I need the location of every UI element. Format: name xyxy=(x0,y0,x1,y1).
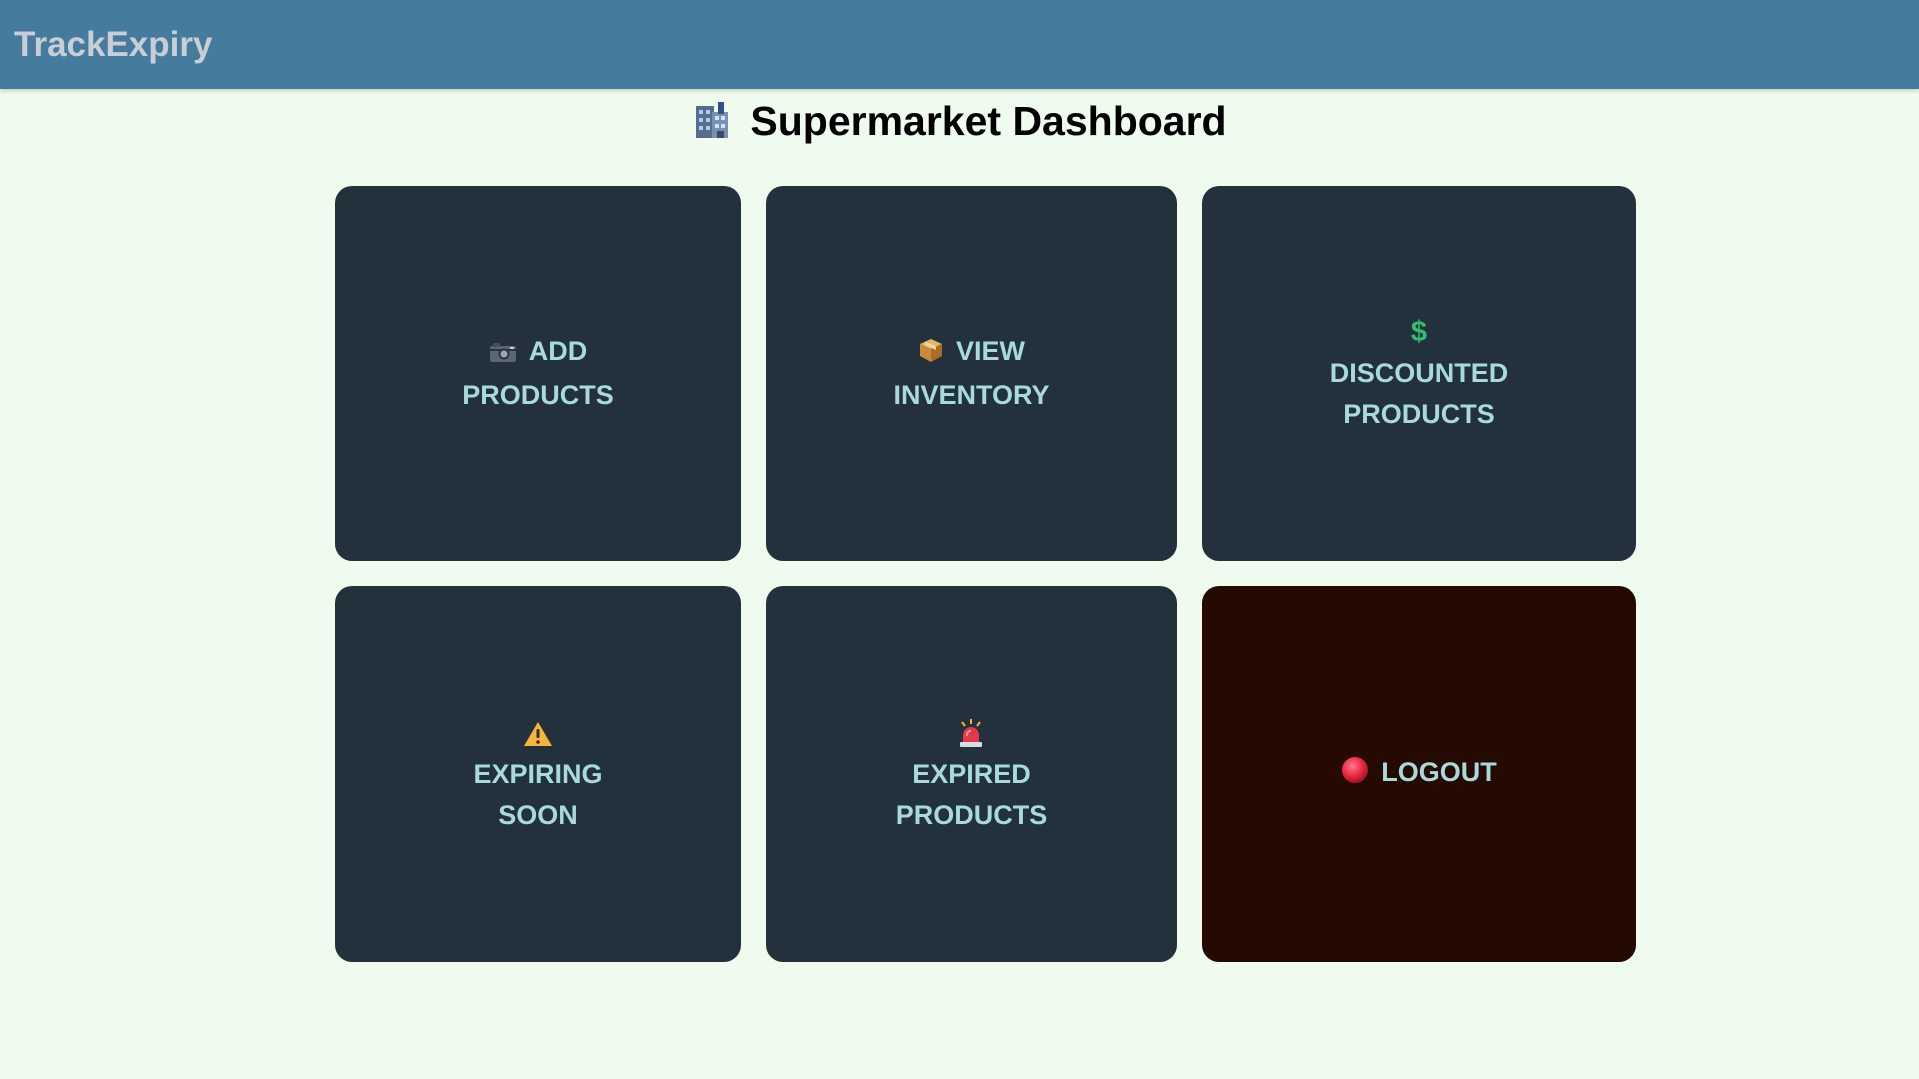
dollar-icon: $ xyxy=(1410,316,1428,348)
logout-label: LOGOUT xyxy=(1381,757,1497,787)
red-circle-icon xyxy=(1341,755,1369,796)
add-products-label-2: PRODUCTS xyxy=(462,380,614,410)
siren-icon xyxy=(896,713,1048,754)
package-icon xyxy=(918,334,944,375)
logout-card[interactable]: LOGOUT xyxy=(1202,586,1636,962)
office-building-icon xyxy=(692,100,732,140)
expired-products-label-2: PRODUCTS xyxy=(895,799,1048,830)
expiring-soon-label-1: EXPIRING xyxy=(473,758,603,789)
view-inventory-label-1: VIEW xyxy=(955,336,1025,366)
page-title-text: Supermarket Dashboard xyxy=(750,98,1227,144)
brand-logo[interactable]: TrackExpiry xyxy=(14,25,212,65)
discounted-products-label-2: PRODUCTS xyxy=(1343,399,1495,429)
navbar: TrackExpiry xyxy=(0,0,1919,89)
add-products-label-1: ADD xyxy=(528,336,588,366)
expiring-soon-label-2: SOON xyxy=(498,799,578,830)
view-inventory-card[interactable]: VIEW INVENTORY xyxy=(766,186,1177,561)
expired-products-label-1: EXPIRED xyxy=(912,758,1031,789)
view-inventory-label-2: INVENTORY xyxy=(893,380,1050,410)
add-products-card[interactable]: ADD PRODUCTS xyxy=(335,186,741,561)
discounted-products-card[interactable]: $ DISCOUNTED PRODUCTS xyxy=(1202,186,1636,561)
expired-products-card[interactable]: EXPIRED PRODUCTS xyxy=(766,586,1177,962)
warning-icon xyxy=(473,713,602,754)
discounted-products-label-1: DISCOUNTED xyxy=(1329,358,1509,388)
camera-icon xyxy=(489,334,517,375)
expiring-soon-card[interactable]: EXPIRING SOON xyxy=(335,586,741,962)
page-title: Supermarket Dashboard xyxy=(0,98,1919,145)
